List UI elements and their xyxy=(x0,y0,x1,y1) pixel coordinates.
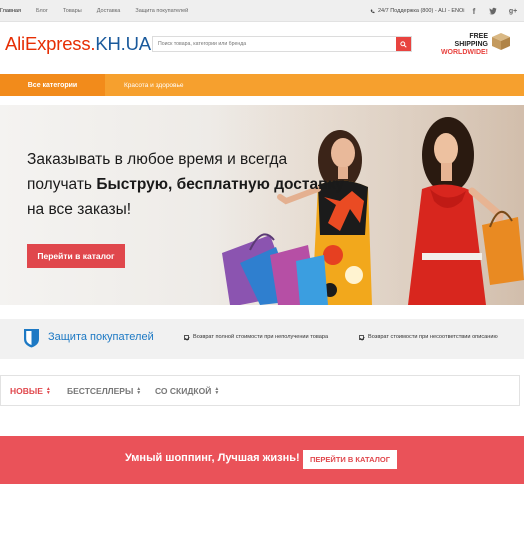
tab-bestsellers[interactable]: БЕСТСЕЛЛЕРЫ ▲ ▼ xyxy=(67,376,141,405)
tab-new[interactable]: НОВЫЕ ▲ ▼ xyxy=(10,376,51,405)
top-nav-blog[interactable]: Блог xyxy=(36,8,48,14)
protection-item-refund: Возврат полной стоимости при неполучении… xyxy=(184,334,328,340)
google-plus-icon[interactable]: g+ xyxy=(508,8,518,15)
search-bar xyxy=(152,36,412,52)
social-links: f g+ xyxy=(470,0,518,22)
hero-line-2: получать Быструю, бесплатную доставку xyxy=(27,176,345,193)
search-icon xyxy=(400,40,407,48)
top-nav: Главная Блог Товары Доставка Защита поку… xyxy=(0,0,203,22)
sort-icon: ▲ ▼ xyxy=(136,385,142,396)
promo-catalog-button[interactable]: ПЕРЕЙТИ В КАТАЛОГ xyxy=(303,450,397,469)
hero-line-3: на все заказы! xyxy=(27,201,132,218)
sort-icon: ▲ ▼ xyxy=(214,385,220,396)
top-nav-home[interactable]: Главная xyxy=(0,8,21,14)
hero-headline: Заказывать в любое время и всегда получа… xyxy=(27,147,345,222)
search-input[interactable] xyxy=(153,37,397,51)
checkbox-icon xyxy=(184,334,189,340)
hero-banner: Заказывать в любое время и всегда получа… xyxy=(0,105,524,305)
phone-icon xyxy=(370,9,375,13)
support-phone: 24/7 Поддержка (800) - ALI - ENOi xyxy=(370,0,464,22)
search-button[interactable] xyxy=(396,37,411,51)
sort-icon: ▲ ▼ xyxy=(45,385,51,396)
hero-catalog-button[interactable]: Перейти в каталог xyxy=(27,244,125,268)
category-beauty-health[interactable]: Красота и здоровье xyxy=(124,74,184,96)
protection-title: Защита покупателей xyxy=(48,331,154,343)
tab-discount[interactable]: СО СКИДКОЙ ▲ ▼ xyxy=(155,376,219,405)
top-nav-products[interactable]: Товары xyxy=(63,8,82,14)
shield-icon xyxy=(24,329,39,348)
protection-item-mismatch: Возврат стоимости при несоответствии опи… xyxy=(359,334,498,340)
site-logo[interactable]: AliExpress.KH.UA xyxy=(5,33,151,55)
promo-text: Умный шоппинг, Лучшая жизнь! xyxy=(125,452,300,464)
hero-line-1: Заказывать в любое время и всегда xyxy=(27,151,288,168)
all-categories-button[interactable]: Все категории xyxy=(0,74,105,96)
facebook-icon[interactable]: f xyxy=(470,7,478,16)
checkbox-icon xyxy=(359,334,364,340)
top-nav-protection[interactable]: Защита покупателей xyxy=(135,8,188,14)
top-nav-delivery[interactable]: Доставка xyxy=(97,8,121,14)
twitter-icon[interactable] xyxy=(489,7,497,15)
support-text: 24/7 Поддержка (800) - ALI - ENOi xyxy=(378,8,465,14)
shipping-box-icon xyxy=(492,33,510,50)
